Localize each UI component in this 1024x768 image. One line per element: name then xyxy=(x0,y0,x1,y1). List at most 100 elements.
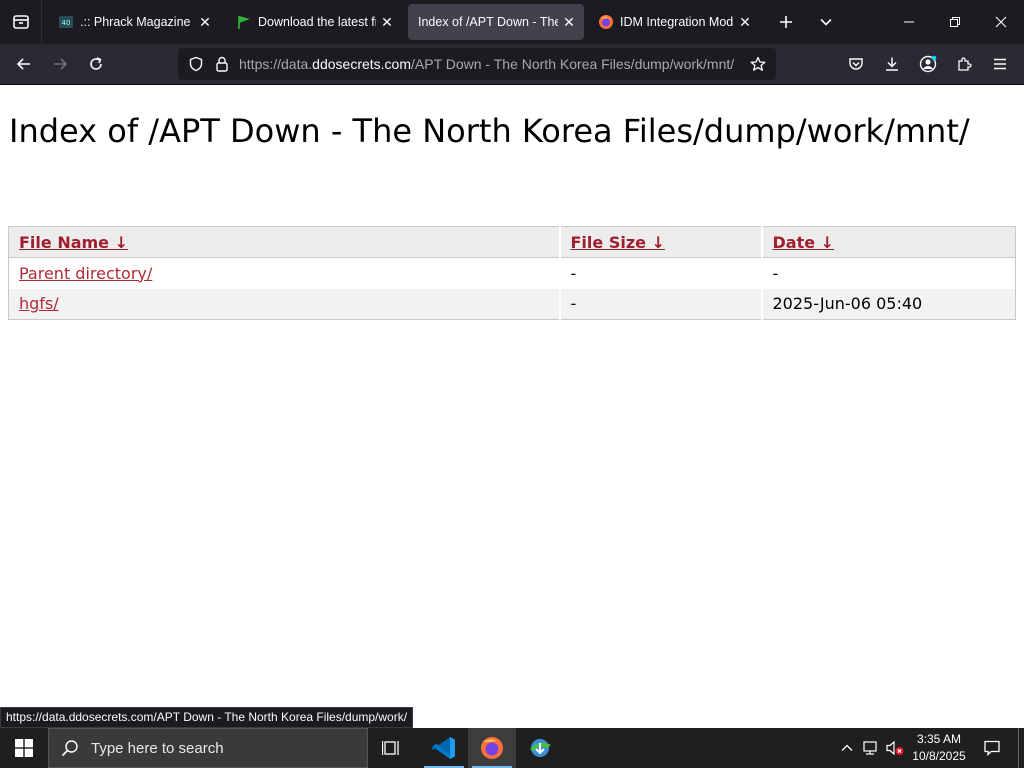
show-hidden-icons-button[interactable] xyxy=(836,728,858,768)
clock-date: 10/8/2025 xyxy=(912,749,966,763)
date-cell: 2025-Jun-06 05:40 xyxy=(760,288,1016,320)
page-content: Index of /APT Down - The North Korea Fil… xyxy=(0,85,1024,707)
search-icon xyxy=(61,740,78,757)
taskbar-vscode[interactable] xyxy=(420,728,468,768)
tab-title: Index of /APT Down - The N xyxy=(418,15,558,29)
forward-button[interactable] xyxy=(44,48,76,80)
restore-button[interactable] xyxy=(932,0,978,44)
show-desktop-button[interactable] xyxy=(1018,728,1024,768)
arrow-right-icon xyxy=(54,58,68,70)
navigation-toolbar: https://data.ddosecrets.com/APT Down - T… xyxy=(0,44,1024,85)
close-icon[interactable]: ✕ xyxy=(734,11,756,33)
firefox-icon xyxy=(481,737,503,759)
svg-text:40: 40 xyxy=(62,19,71,27)
reload-icon xyxy=(90,57,102,70)
extensions-button[interactable] xyxy=(948,48,980,80)
file-name-cell: hgfs/ xyxy=(8,288,560,320)
lock-icon[interactable] xyxy=(210,52,234,76)
url-domain: ddosecrets.com xyxy=(312,56,411,72)
arrow-left-icon xyxy=(16,58,30,70)
address-bar[interactable]: https://data.ddosecrets.com/APT Down - T… xyxy=(178,48,776,80)
sort-file-size-link[interactable]: File Size ↓ xyxy=(571,233,665,252)
plus-icon xyxy=(780,16,792,28)
hgfs-folder-link[interactable]: hgfs/ xyxy=(19,294,59,313)
url-text: https://data.ddosecrets.com/APT Down - T… xyxy=(239,48,734,80)
page-title: Index of /APT Down - The North Korea Fil… xyxy=(9,112,970,150)
volume-muted-icon xyxy=(886,740,904,756)
file-name-cell: Parent directory/ xyxy=(9,258,560,289)
chevron-up-icon xyxy=(841,744,853,751)
pocket-button[interactable] xyxy=(840,48,872,80)
url-scheme: https://data. xyxy=(239,56,313,72)
table-row: hgfs/ - 2025-Jun-06 05:40 xyxy=(8,288,1016,320)
notification-center-icon xyxy=(984,740,1000,757)
taskbar-idm[interactable] xyxy=(516,728,564,768)
link-status-tooltip: https://data.ddosecrets.com/APT Down - T… xyxy=(0,707,414,728)
account-icon xyxy=(919,55,937,73)
tab-index-apt-down[interactable]: Index of /APT Down - The N ✕ xyxy=(408,4,584,40)
restore-icon xyxy=(950,17,960,27)
url-path: /APT Down - The North Korea Files/dump/w… xyxy=(411,56,735,72)
close-icon[interactable]: ✕ xyxy=(558,11,580,33)
taskbar-search-box[interactable]: Type here to search xyxy=(48,728,368,768)
reload-button[interactable] xyxy=(80,48,112,80)
downloads-button[interactable] xyxy=(876,48,908,80)
tab-download[interactable]: Download the latest free ✕ xyxy=(226,4,402,40)
pocket-icon xyxy=(849,58,863,70)
network-wired-icon xyxy=(863,741,877,755)
close-icon xyxy=(995,16,1007,28)
tab-bar: 40 .:: Phrack Magazine ::. ✕ Download th… xyxy=(0,0,1024,44)
download-icon xyxy=(886,57,898,71)
windows-logo-icon xyxy=(15,739,33,757)
date-cell: - xyxy=(760,257,1016,289)
column-header-file-name: File Name ↓ xyxy=(8,226,560,258)
directory-listing-table: File Name ↓ File Size ↓ Date ↓ Parent di… xyxy=(8,226,1016,320)
system-clock[interactable]: 3:35 AM 10/8/2025 xyxy=(906,728,972,768)
file-size-cell: - xyxy=(558,288,762,320)
green-flag-icon xyxy=(236,14,252,30)
account-button[interactable] xyxy=(912,48,944,80)
tab-title: IDM Integration Module xyxy=(620,15,734,29)
minimize-button[interactable] xyxy=(886,0,932,44)
firefox-view-icon xyxy=(12,15,29,29)
list-all-tabs-button[interactable] xyxy=(810,0,842,44)
back-button[interactable] xyxy=(8,48,40,80)
file-size-cell: - xyxy=(558,257,762,289)
firefox-icon xyxy=(598,14,614,30)
column-header-file-size: File Size ↓ xyxy=(558,226,762,258)
app-menu-button[interactable] xyxy=(984,48,1016,80)
hamburger-menu-icon xyxy=(994,58,1006,70)
close-window-button[interactable] xyxy=(978,0,1024,44)
vscode-icon xyxy=(432,737,455,759)
windows-taskbar: Type here to search 3:35 AM 10/8/2025 xyxy=(0,728,1024,768)
phrack-icon: 40 xyxy=(58,14,74,30)
chevron-down-icon xyxy=(820,18,832,26)
clock-time: 3:35 AM xyxy=(916,732,962,746)
task-view-button[interactable] xyxy=(368,728,416,768)
taskbar-firefox[interactable] xyxy=(468,728,516,768)
search-placeholder: Type here to search xyxy=(91,739,224,757)
table-header-row: File Name ↓ File Size ↓ Date ↓ xyxy=(8,226,1016,258)
sort-date-link[interactable]: Date ↓ xyxy=(773,233,835,252)
internet-download-manager-icon xyxy=(530,739,551,757)
volume-button[interactable] xyxy=(884,728,906,768)
minimize-icon xyxy=(904,21,914,23)
close-icon[interactable]: ✕ xyxy=(376,11,398,33)
network-button[interactable] xyxy=(860,728,882,768)
tab-title: Download the latest free xyxy=(258,15,376,29)
task-view-icon xyxy=(382,741,399,755)
table-row: Parent directory/ - - xyxy=(9,257,1016,289)
firefox-view-button[interactable] xyxy=(0,0,42,44)
new-tab-button[interactable] xyxy=(770,0,802,44)
close-icon[interactable]: ✕ xyxy=(194,11,216,33)
tab-idm-integration[interactable]: IDM Integration Module ✕ xyxy=(588,4,760,40)
start-button[interactable] xyxy=(0,728,48,768)
puzzle-icon xyxy=(958,57,972,71)
sort-file-name-link[interactable]: File Name ↓ xyxy=(19,233,128,252)
tab-title: .:: Phrack Magazine ::. xyxy=(80,15,194,29)
bookmark-star-icon[interactable] xyxy=(746,52,770,76)
notifications-button[interactable] xyxy=(976,728,1008,768)
tracking-protection-shield-icon[interactable] xyxy=(184,52,208,76)
tab-phrack[interactable]: 40 .:: Phrack Magazine ::. ✕ xyxy=(48,4,220,40)
parent-directory-link[interactable]: Parent directory/ xyxy=(19,264,152,283)
